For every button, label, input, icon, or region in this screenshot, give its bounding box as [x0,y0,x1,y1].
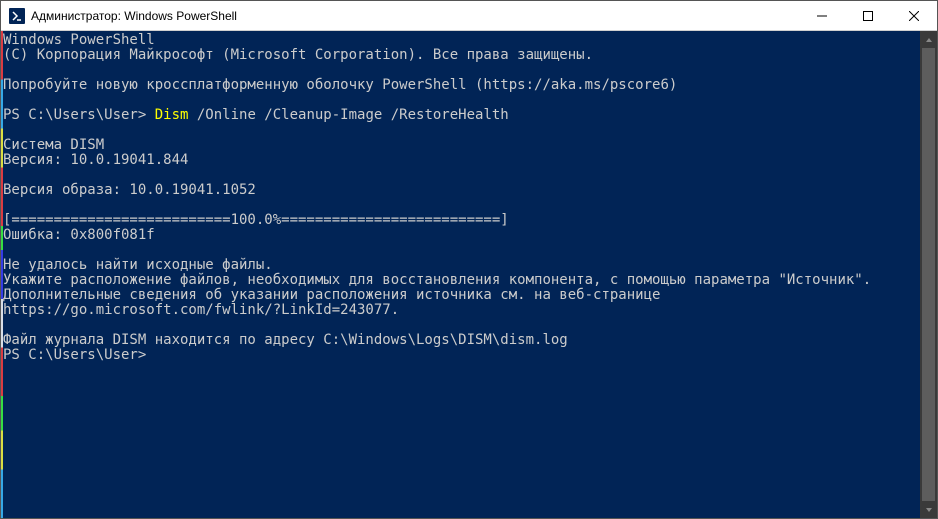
line-log-path: Файл журнала DISM находится по адресу C:… [3,332,568,348]
maximize-button[interactable] [845,1,891,30]
powershell-window: Администратор: Windows PowerShell Window… [0,0,938,519]
line-advice: Укажите расположение файлов, необходимых… [3,272,880,318]
scroll-up-arrow[interactable] [920,31,937,48]
window-left-edge-artifact [1,31,3,518]
close-button[interactable] [891,1,937,30]
command-args: /Online /Cleanup-Image /RestoreHealth [188,107,508,123]
line-not-found: Не удалось найти исходные файлы. [3,257,273,273]
line-try-pscore: Попробуйте новую кроссплатформенную обол… [3,77,677,93]
line-header: Windows PowerShell [3,32,155,48]
vertical-scrollbar[interactable] [920,31,937,518]
line-version: Версия: 10.0.19041.844 [3,152,188,168]
prompt-2: PS C:\Users\User> [3,347,146,363]
line-copyright: (C) Корпорация Майкрософт (Microsoft Cor… [3,47,593,63]
line-progress-bar: [==========================100.0%=======… [3,212,509,228]
minimize-button[interactable] [799,1,845,30]
line-system-dism: Система DISM [3,137,104,153]
command-dism: Dism [155,107,189,123]
terminal-area: Windows PowerShell (C) Корпорация Майкро… [1,31,937,518]
powershell-icon [9,8,25,24]
scrollbar-track[interactable] [920,48,937,501]
line-image-version: Версия образа: 10.0.19041.1052 [3,182,256,198]
terminal-output[interactable]: Windows PowerShell (C) Корпорация Майкро… [1,31,920,518]
line-error-code: Ошибка: 0x800f081f [3,227,155,243]
prompt-1: PS C:\Users\User> [3,107,155,123]
window-title: Администратор: Windows PowerShell [31,9,799,23]
window-controls [799,1,937,30]
titlebar: Администратор: Windows PowerShell [1,1,937,31]
scrollbar-thumb[interactable] [922,48,935,501]
scroll-down-arrow[interactable] [920,501,937,518]
